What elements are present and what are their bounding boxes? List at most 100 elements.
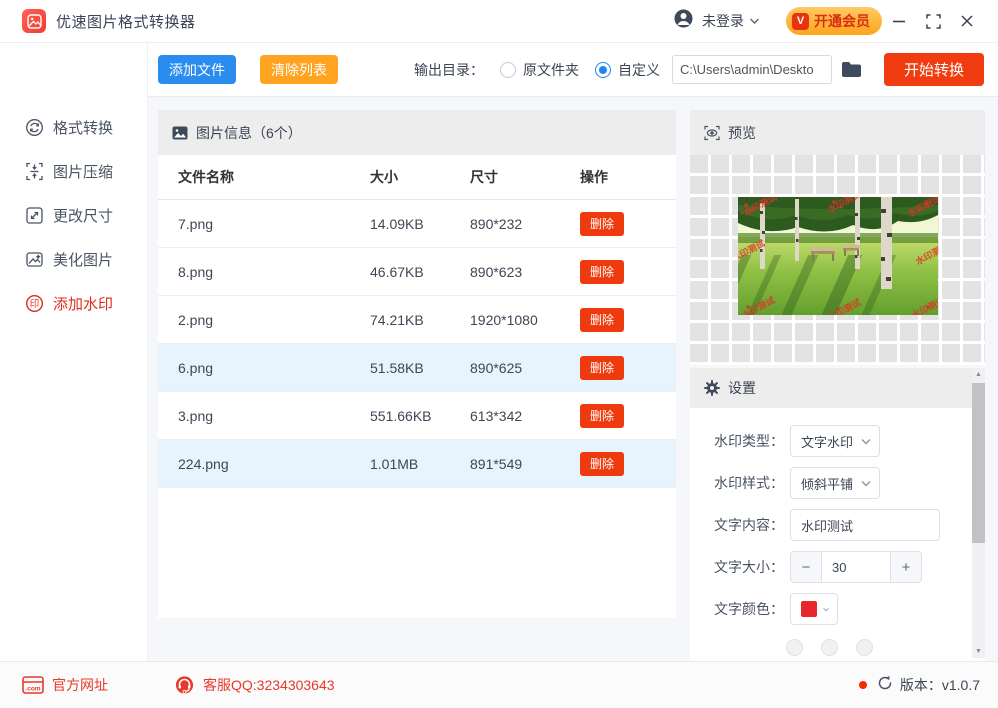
- minimize-button[interactable]: [882, 6, 916, 36]
- text-size-stepper: − +: [790, 551, 922, 583]
- compress-icon: [24, 161, 44, 181]
- close-button[interactable]: [950, 6, 984, 36]
- file-table-panel: 图片信息（6个） 文件名称 大小 尺寸 操作 7.png14.09KB890*2…: [158, 110, 676, 618]
- open-vip-button[interactable]: V 开通会员: [786, 7, 882, 35]
- radio-original-folder[interactable]: 原文件夹: [500, 60, 579, 80]
- cell-size: 1.01MB: [370, 456, 470, 472]
- update-indicator-dot: [859, 681, 867, 689]
- col-size: 大小: [370, 167, 470, 187]
- sidebar-item-convert[interactable]: 格式转换: [0, 105, 147, 149]
- delete-button[interactable]: 删除: [580, 212, 624, 236]
- transparency-grid: 水印测试水印测试水印测试水印测试水印测试水印测试水印测试水印测试: [690, 155, 985, 365]
- preview-eye-icon: [704, 125, 720, 141]
- login-status: 未登录: [702, 11, 744, 31]
- preview-image: 水印测试水印测试水印测试水印测试水印测试水印测试水印测试水印测试: [738, 197, 938, 315]
- watermark-icon: 印: [24, 293, 44, 313]
- cell-size: 46.67KB: [370, 264, 470, 280]
- folder-icon: [841, 61, 862, 78]
- convert-icon: [24, 117, 44, 137]
- table-row[interactable]: 8.png46.67KB890*623删除: [158, 248, 676, 296]
- cell-dimensions: 890*625: [470, 360, 580, 376]
- col-action: 操作: [580, 167, 670, 187]
- browse-folder-button[interactable]: [841, 61, 862, 78]
- app-logo-icon: [22, 9, 46, 33]
- delete-button[interactable]: 删除: [580, 356, 624, 380]
- toolbar: 添加文件 清除列表 输出目录： 原文件夹 自定义: [148, 43, 998, 97]
- official-website-link[interactable]: .com 官方网址: [22, 675, 108, 695]
- account-menu[interactable]: 未登录: [673, 8, 760, 34]
- gear-icon: [704, 380, 720, 396]
- cell-filename: 224.png: [158, 456, 370, 472]
- cell-size: 14.09KB: [370, 216, 470, 232]
- cell-filename: 3.png: [158, 408, 370, 424]
- app-title: 优速图片格式转换器: [56, 11, 196, 32]
- delete-button[interactable]: 删除: [580, 452, 624, 476]
- radio-circle: [500, 62, 516, 78]
- text-size-input[interactable]: [822, 552, 890, 582]
- watermark-style-label: 水印样式：: [714, 473, 790, 493]
- size-decrease-button[interactable]: −: [791, 552, 822, 582]
- sidebar-item-label: 美化图片: [53, 249, 113, 270]
- version-label: 版本：v1.0.7: [900, 675, 980, 695]
- watermark-type-select[interactable]: 文字水印: [790, 425, 880, 457]
- table-row[interactable]: 224.png1.01MB891*549删除: [158, 440, 676, 488]
- cell-size: 74.21KB: [370, 312, 470, 328]
- cell-filename: 8.png: [158, 264, 370, 280]
- table-rows: 7.png14.09KB890*232删除8.png46.67KB890*623…: [158, 200, 676, 488]
- beautify-icon: [24, 249, 44, 269]
- radio-custom-folder[interactable]: 自定义: [595, 60, 660, 80]
- sidebar-item-beautify[interactable]: 美化图片: [0, 237, 147, 281]
- output-path-input[interactable]: [672, 55, 832, 84]
- qq-label: 客服QQ:3234303643: [203, 675, 335, 695]
- option-dot[interactable]: [856, 639, 873, 656]
- delete-button[interactable]: 删除: [580, 260, 624, 284]
- sidebar-item-label: 更改尺寸: [53, 205, 113, 226]
- cell-dimensions: 890*623: [470, 264, 580, 280]
- clear-list-button[interactable]: 清除列表: [260, 55, 338, 84]
- text-size-label: 文字大小：: [714, 557, 790, 577]
- table-row[interactable]: 2.png74.21KB1920*1080删除: [158, 296, 676, 344]
- watermark-text-input[interactable]: [790, 509, 940, 541]
- file-table-header: 图片信息（6个）: [158, 110, 676, 155]
- cell-filename: 6.png: [158, 360, 370, 376]
- file-table-title: 图片信息（6个）: [196, 123, 302, 143]
- support-qq-link[interactable]: 客服QQ:3234303643: [174, 675, 335, 696]
- sidebar-nav: 格式转换图片压缩更改尺寸美化图片印添加水印: [0, 43, 148, 661]
- add-files-button[interactable]: 添加文件: [158, 55, 236, 84]
- svg-text:.com: .com: [25, 686, 40, 693]
- scrollbar-thumb[interactable]: [972, 383, 985, 543]
- option-dot[interactable]: [821, 639, 838, 656]
- table-row[interactable]: 7.png14.09KB890*232删除: [158, 200, 676, 248]
- cell-size: 51.58KB: [370, 360, 470, 376]
- watermark-style-select[interactable]: 倾斜平铺: [790, 467, 880, 499]
- text-content-label: 文字内容：: [714, 515, 790, 535]
- size-increase-button[interactable]: +: [890, 552, 921, 582]
- table-row[interactable]: 6.png51.58KB890*625删除: [158, 344, 676, 392]
- settings-scrollbar[interactable]: ▲ ▼: [972, 368, 985, 658]
- start-convert-button[interactable]: 开始转换: [884, 53, 984, 86]
- sidebar-item-compress[interactable]: 图片压缩: [0, 149, 147, 193]
- radio-custom-label: 自定义: [618, 60, 660, 80]
- option-dot[interactable]: [786, 639, 803, 656]
- sidebar-item-watermark[interactable]: 印添加水印: [0, 281, 147, 325]
- chevron-down-icon: [749, 12, 760, 30]
- radio-circle: [595, 62, 611, 78]
- chevron-down-icon: [861, 480, 871, 487]
- table-row[interactable]: 3.png551.66KB613*342删除: [158, 392, 676, 440]
- vip-label: 开通会员: [814, 11, 870, 31]
- svg-text:印: 印: [29, 298, 39, 310]
- scroll-up-arrow[interactable]: ▲: [975, 368, 982, 381]
- col-filename: 文件名称: [158, 167, 370, 187]
- resize-icon: [24, 205, 44, 225]
- color-swatch: [801, 601, 817, 617]
- cell-filename: 7.png: [158, 216, 370, 232]
- delete-button[interactable]: 删除: [580, 308, 624, 332]
- sidebar-item-resize[interactable]: 更改尺寸: [0, 193, 147, 237]
- maximize-button[interactable]: [916, 6, 950, 36]
- delete-button[interactable]: 删除: [580, 404, 624, 428]
- scroll-down-arrow[interactable]: ▼: [975, 645, 982, 658]
- text-color-select[interactable]: [790, 593, 838, 625]
- watermark-type-value: 文字水印: [801, 432, 853, 451]
- text-color-label: 文字颜色：: [714, 599, 790, 619]
- refresh-icon[interactable]: [877, 675, 893, 696]
